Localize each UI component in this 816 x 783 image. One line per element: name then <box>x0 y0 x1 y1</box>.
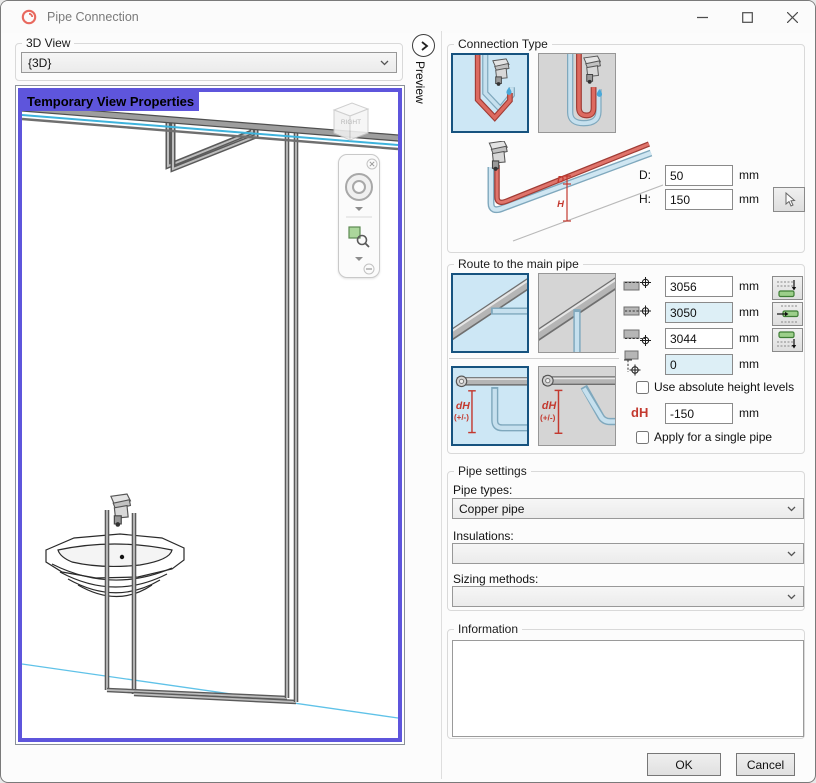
preview-expander-button[interactable] <box>412 34 435 57</box>
h-unit-label: mm <box>739 192 759 206</box>
svg-text:(+/-): (+/-) <box>454 413 469 422</box>
align-top-icon <box>623 273 653 297</box>
route-option-sloped-drop[interactable]: dH (+/-) <box>538 366 616 446</box>
connection-type-option-straight[interactable] <box>538 53 616 133</box>
connection-type-label: Connection Type <box>454 37 552 51</box>
d-unit-label: mm <box>739 168 759 182</box>
dh-field-label: dH <box>631 405 648 420</box>
titlebar[interactable]: Pipe Connection <box>1 1 815 33</box>
align-center-icon <box>623 300 653 324</box>
insulations-label: Insulations: <box>453 529 514 543</box>
align-bottom-icon <box>623 326 653 350</box>
pipe-above-icon <box>776 330 800 350</box>
offset-center-input[interactable] <box>665 302 733 323</box>
zoom-options-arrow-icon <box>355 257 363 261</box>
height-offset-icon <box>623 350 653 376</box>
pipe-types-label: Pipe types: <box>453 483 512 497</box>
chevron-down-icon <box>787 551 796 557</box>
svg-text:D: D <box>557 175 564 186</box>
maximize-button[interactable] <box>730 3 764 31</box>
offset-bottom-unit: mm <box>739 331 759 345</box>
route-group-label: Route to the main pipe <box>454 257 583 271</box>
information-textarea[interactable] <box>452 640 804 737</box>
wheel-options-arrow-icon <box>355 207 363 211</box>
svg-text:dH: dH <box>456 401 470 412</box>
dh-input[interactable] <box>665 403 733 424</box>
navbar-close-icon <box>367 159 377 169</box>
h-field-label: H: <box>639 192 651 206</box>
temporary-view-properties-label[interactable]: Temporary View Properties <box>22 92 199 111</box>
route-option-angled-connection[interactable] <box>451 273 529 353</box>
route-thumbs-divider <box>449 358 619 359</box>
pick-in-model-button[interactable] <box>773 187 805 212</box>
ok-button[interactable]: OK <box>647 753 721 776</box>
view-selector-value: {3D} <box>28 56 51 70</box>
svg-text:RIGHT: RIGHT <box>341 119 361 126</box>
pipe-settings-label: Pipe settings <box>454 464 531 478</box>
minimize-button[interactable] <box>685 3 719 31</box>
sink <box>46 534 184 597</box>
chevron-down-icon <box>380 60 389 66</box>
drop-pipes-right <box>287 129 296 702</box>
apply-single-pipe-label: Apply for a single pipe <box>654 430 772 444</box>
pipe-types-value: Copper pipe <box>459 502 524 516</box>
close-button[interactable] <box>775 3 809 31</box>
floor-pipes <box>107 690 296 702</box>
h-field-input[interactable] <box>665 189 733 210</box>
route-option-vertical-connection[interactable] <box>538 273 616 353</box>
route-option-right-angle-drop[interactable]: dH (+/-) <box>451 366 529 446</box>
height-offset-input[interactable] <box>665 354 733 375</box>
connect-center-pipe-button[interactable] <box>772 302 803 326</box>
temporary-view-frame: RIGHT Temporary View Properties <box>18 88 402 742</box>
view-group: 3D View {3D} <box>15 43 403 81</box>
navigation-bar <box>338 154 380 278</box>
view-cube: RIGHT <box>334 103 368 140</box>
view-group-label: 3D View <box>22 36 74 50</box>
insulations-combo[interactable] <box>452 543 804 564</box>
chevron-down-icon <box>787 506 796 512</box>
connect-below-pipe-button[interactable] <box>772 276 803 300</box>
preview-strip-label: Preview <box>413 61 427 104</box>
d-field-input[interactable] <box>665 165 733 186</box>
steering-wheel-icon <box>346 174 372 200</box>
chevron-down-icon <box>787 594 796 600</box>
use-absolute-height-checkbox[interactable] <box>636 381 649 394</box>
apply-single-pipe-checkbox[interactable] <box>636 431 649 444</box>
sizing-methods-combo[interactable] <box>452 586 804 607</box>
navbar-collapse-icon <box>364 264 374 274</box>
panel-separator <box>441 31 442 779</box>
offset-top-input[interactable] <box>665 276 733 297</box>
app-logo-icon <box>21 9 37 25</box>
information-label: Information <box>454 622 522 636</box>
svg-text:dH: dH <box>542 400 557 412</box>
pipe-types-combo[interactable]: Copper pipe <box>452 498 804 519</box>
height-offset-unit: mm <box>739 357 759 371</box>
offset-top-unit: mm <box>739 279 759 293</box>
pipe-below-icon <box>776 278 800 298</box>
pipe-center-icon <box>776 304 800 324</box>
cancel-button[interactable]: Cancel <box>736 753 795 776</box>
viewport-panel: RIGHT Temporary View Properties <box>15 85 405 745</box>
svg-text:H: H <box>557 199 565 210</box>
cursor-arrow-icon <box>783 192 796 207</box>
svg-text:(+/-): (+/-) <box>540 414 556 423</box>
d-field-label: D: <box>639 168 651 182</box>
view-selector-combo[interactable]: {3D} <box>21 52 397 73</box>
pipe-connection-dialog: Pipe Connection 3D View {3D} <box>0 0 816 783</box>
offset-bottom-input[interactable] <box>665 328 733 349</box>
chevron-right-icon <box>418 40 430 52</box>
use-absolute-height-label: Use absolute height levels <box>654 380 794 394</box>
sizing-methods-label: Sizing methods: <box>453 572 538 586</box>
connection-type-option-loop[interactable] <box>451 53 529 133</box>
window-title: Pipe Connection <box>47 10 139 24</box>
dh-unit: mm <box>739 406 759 420</box>
offset-center-unit: mm <box>739 305 759 319</box>
zoom-region-icon <box>349 227 369 247</box>
connect-above-pipe-button[interactable] <box>772 328 803 352</box>
